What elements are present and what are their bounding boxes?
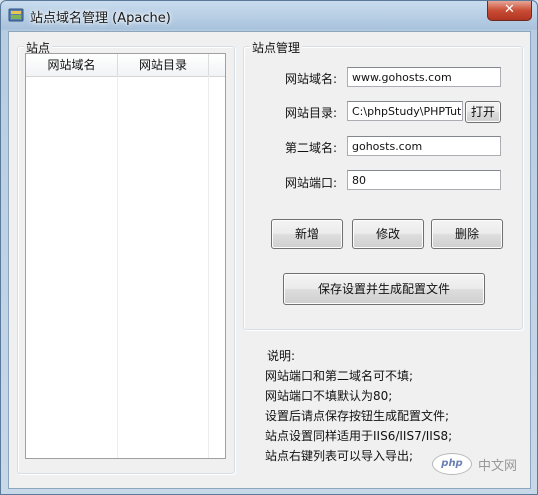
watermark-text: 中文网	[478, 458, 518, 474]
edit-button-label: 修改	[375, 227, 400, 241]
close-icon: ✕	[504, 2, 515, 17]
second-domain-label: 第二域名:	[285, 141, 338, 155]
note-line: 站点设置同样适用于IIS6/IIS7/IIS8;	[265, 429, 453, 443]
domain-input[interactable]: www.gohosts.com	[347, 67, 501, 87]
column-header-domain[interactable]: 网站域名	[26, 54, 118, 76]
directory-label: 网站目录:	[285, 106, 338, 120]
close-button[interactable]: ✕	[487, 1, 532, 21]
add-button-label: 新增	[294, 227, 319, 241]
app-icon	[8, 8, 24, 22]
delete-button[interactable]: 删除	[431, 219, 503, 249]
column-divider	[117, 76, 118, 458]
php-logo: php	[432, 453, 472, 475]
client-area: 站点 网站域名 网站目录 站点管理 网站域名: www.gohosts.com …	[8, 31, 531, 489]
domain-label: 网站域名:	[285, 72, 338, 86]
port-input[interactable]: 80	[347, 170, 501, 190]
edit-button[interactable]: 修改	[352, 219, 424, 249]
window-title: 站点域名管理 (Apache)	[30, 11, 171, 26]
note-line: 网站端口不填默认为80;	[265, 389, 393, 403]
port-label: 网站端口:	[285, 176, 338, 190]
site-list[interactable]: 网站域名 网站目录	[25, 53, 226, 459]
php-cn-watermark: php 中文网	[432, 453, 517, 475]
column-header-directory[interactable]: 网站目录	[118, 54, 209, 76]
site-management-group-title: 站点管理	[250, 39, 303, 56]
note-line: 网站端口和第二域名可不填;	[265, 369, 414, 383]
save-config-button-label: 保存设置并生成配置文件	[317, 282, 450, 296]
notes-heading: 说明:	[267, 349, 296, 363]
open-directory-button[interactable]: 打开	[465, 101, 501, 123]
notes: 说明: 网站端口和第二域名可不填; 网站端口不填默认为80; 设置后请点保存按钮…	[265, 346, 452, 466]
site-list-header: 网站域名 网站目录	[26, 54, 225, 77]
note-line: 站点右键列表可以导入导出;	[265, 449, 414, 463]
title-bar[interactable]: 站点域名管理 (Apache) ✕	[1, 1, 537, 31]
second-domain-input[interactable]: gohosts.com	[347, 136, 501, 156]
delete-button-label: 删除	[454, 227, 479, 241]
site-domain-manager-window: 站点域名管理 (Apache) ✕ 站点 网站域名 网站目录 站点管理 网站域名…	[0, 0, 538, 495]
note-line: 设置后请点保存按钮生成配置文件;	[265, 409, 450, 423]
column-divider	[208, 76, 209, 458]
save-config-button[interactable]: 保存设置并生成配置文件	[283, 273, 485, 305]
open-directory-label: 打开	[470, 105, 495, 119]
directory-input[interactable]: C:\phpStudy\PHPTutor	[347, 101, 463, 121]
add-button[interactable]: 新增	[271, 219, 343, 249]
